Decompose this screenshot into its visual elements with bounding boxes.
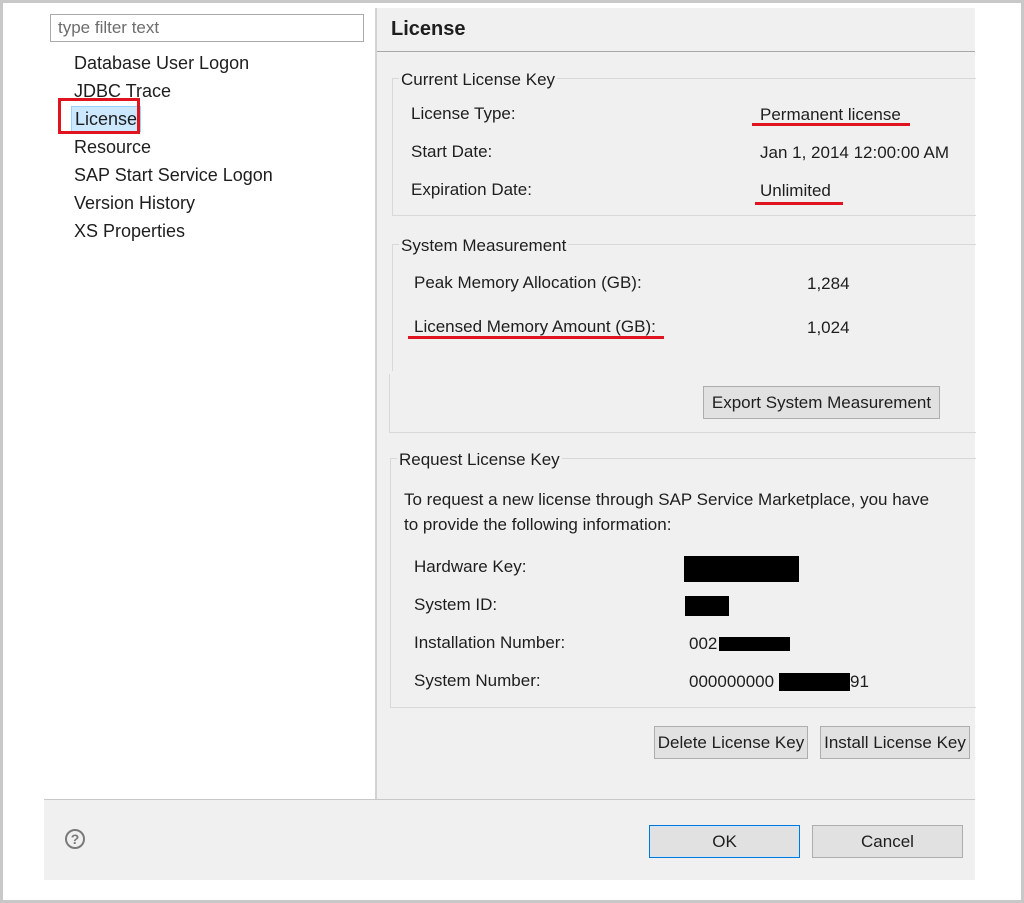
annotation-highlight-box [58,98,140,134]
sidebar-item-sap-start-service-logon[interactable]: SAP Start Service Logon [74,162,273,188]
request-license-group-label: Request License Key [397,450,562,470]
sidebar-item-resource[interactable]: Resource [74,134,151,160]
install-license-key-button[interactable]: Install License Key [820,726,970,759]
hardware-key-redacted [684,556,799,582]
page-title: License [391,18,466,40]
footer-separator [44,799,975,800]
cancel-button[interactable]: Cancel [812,825,963,858]
title-separator [377,51,975,52]
system-number-suffix: 91 [850,672,869,691]
expiration-date-value: Unlimited [760,181,831,200]
current-license-group-label: Current License Key [399,70,558,90]
request-description-line2: to provide the following information: [404,515,672,534]
sidebar-item-version-history[interactable]: Version History [74,190,195,216]
delete-license-key-button[interactable]: Delete License Key [654,726,808,759]
installation-number-prefix: 002 [689,634,718,653]
license-type-value: Permanent license [760,105,901,124]
expiration-date-label: Expiration Date: [411,180,532,199]
filter-input[interactable] [50,14,364,42]
sidebar-item-xs-properties[interactable]: XS Properties [74,218,185,244]
system-number-label: System Number: [414,671,541,690]
peak-memory-value: 1,284 [807,274,850,293]
system-number-redacted [779,673,850,691]
request-description-line1: To request a new license through SAP Ser… [404,490,930,509]
annotation-underline-expiration [755,202,843,205]
installation-number-redacted [719,637,790,651]
system-id-redacted [685,596,729,616]
system-measurement-group-label: System Measurement [399,236,569,256]
licensed-memory-value: 1,024 [807,318,850,337]
system-number-prefix: 000000000 [689,672,775,691]
start-date-value: Jan 1, 2014 12:00:00 AM [760,143,950,162]
ok-button[interactable]: OK [649,825,800,858]
help-icon[interactable]: ? [65,829,85,849]
system-id-label: System ID: [414,595,498,614]
annotation-underline-license-type [752,123,910,126]
start-date-label: Start Date: [411,142,493,161]
licensed-memory-label: Licensed Memory Amount (GB): [414,317,656,336]
sidebar-item-database-user-logon[interactable]: Database User Logon [74,50,249,76]
license-type-label: License Type: [411,104,516,123]
hardware-key-label: Hardware Key: [414,557,527,576]
annotation-underline-licensed-memory [408,336,664,339]
installation-number-label: Installation Number: [414,633,566,652]
peak-memory-label: Peak Memory Allocation (GB): [414,273,642,292]
export-system-measurement-button[interactable]: Export System Measurement [703,386,940,419]
system-measurement-group [392,244,976,371]
